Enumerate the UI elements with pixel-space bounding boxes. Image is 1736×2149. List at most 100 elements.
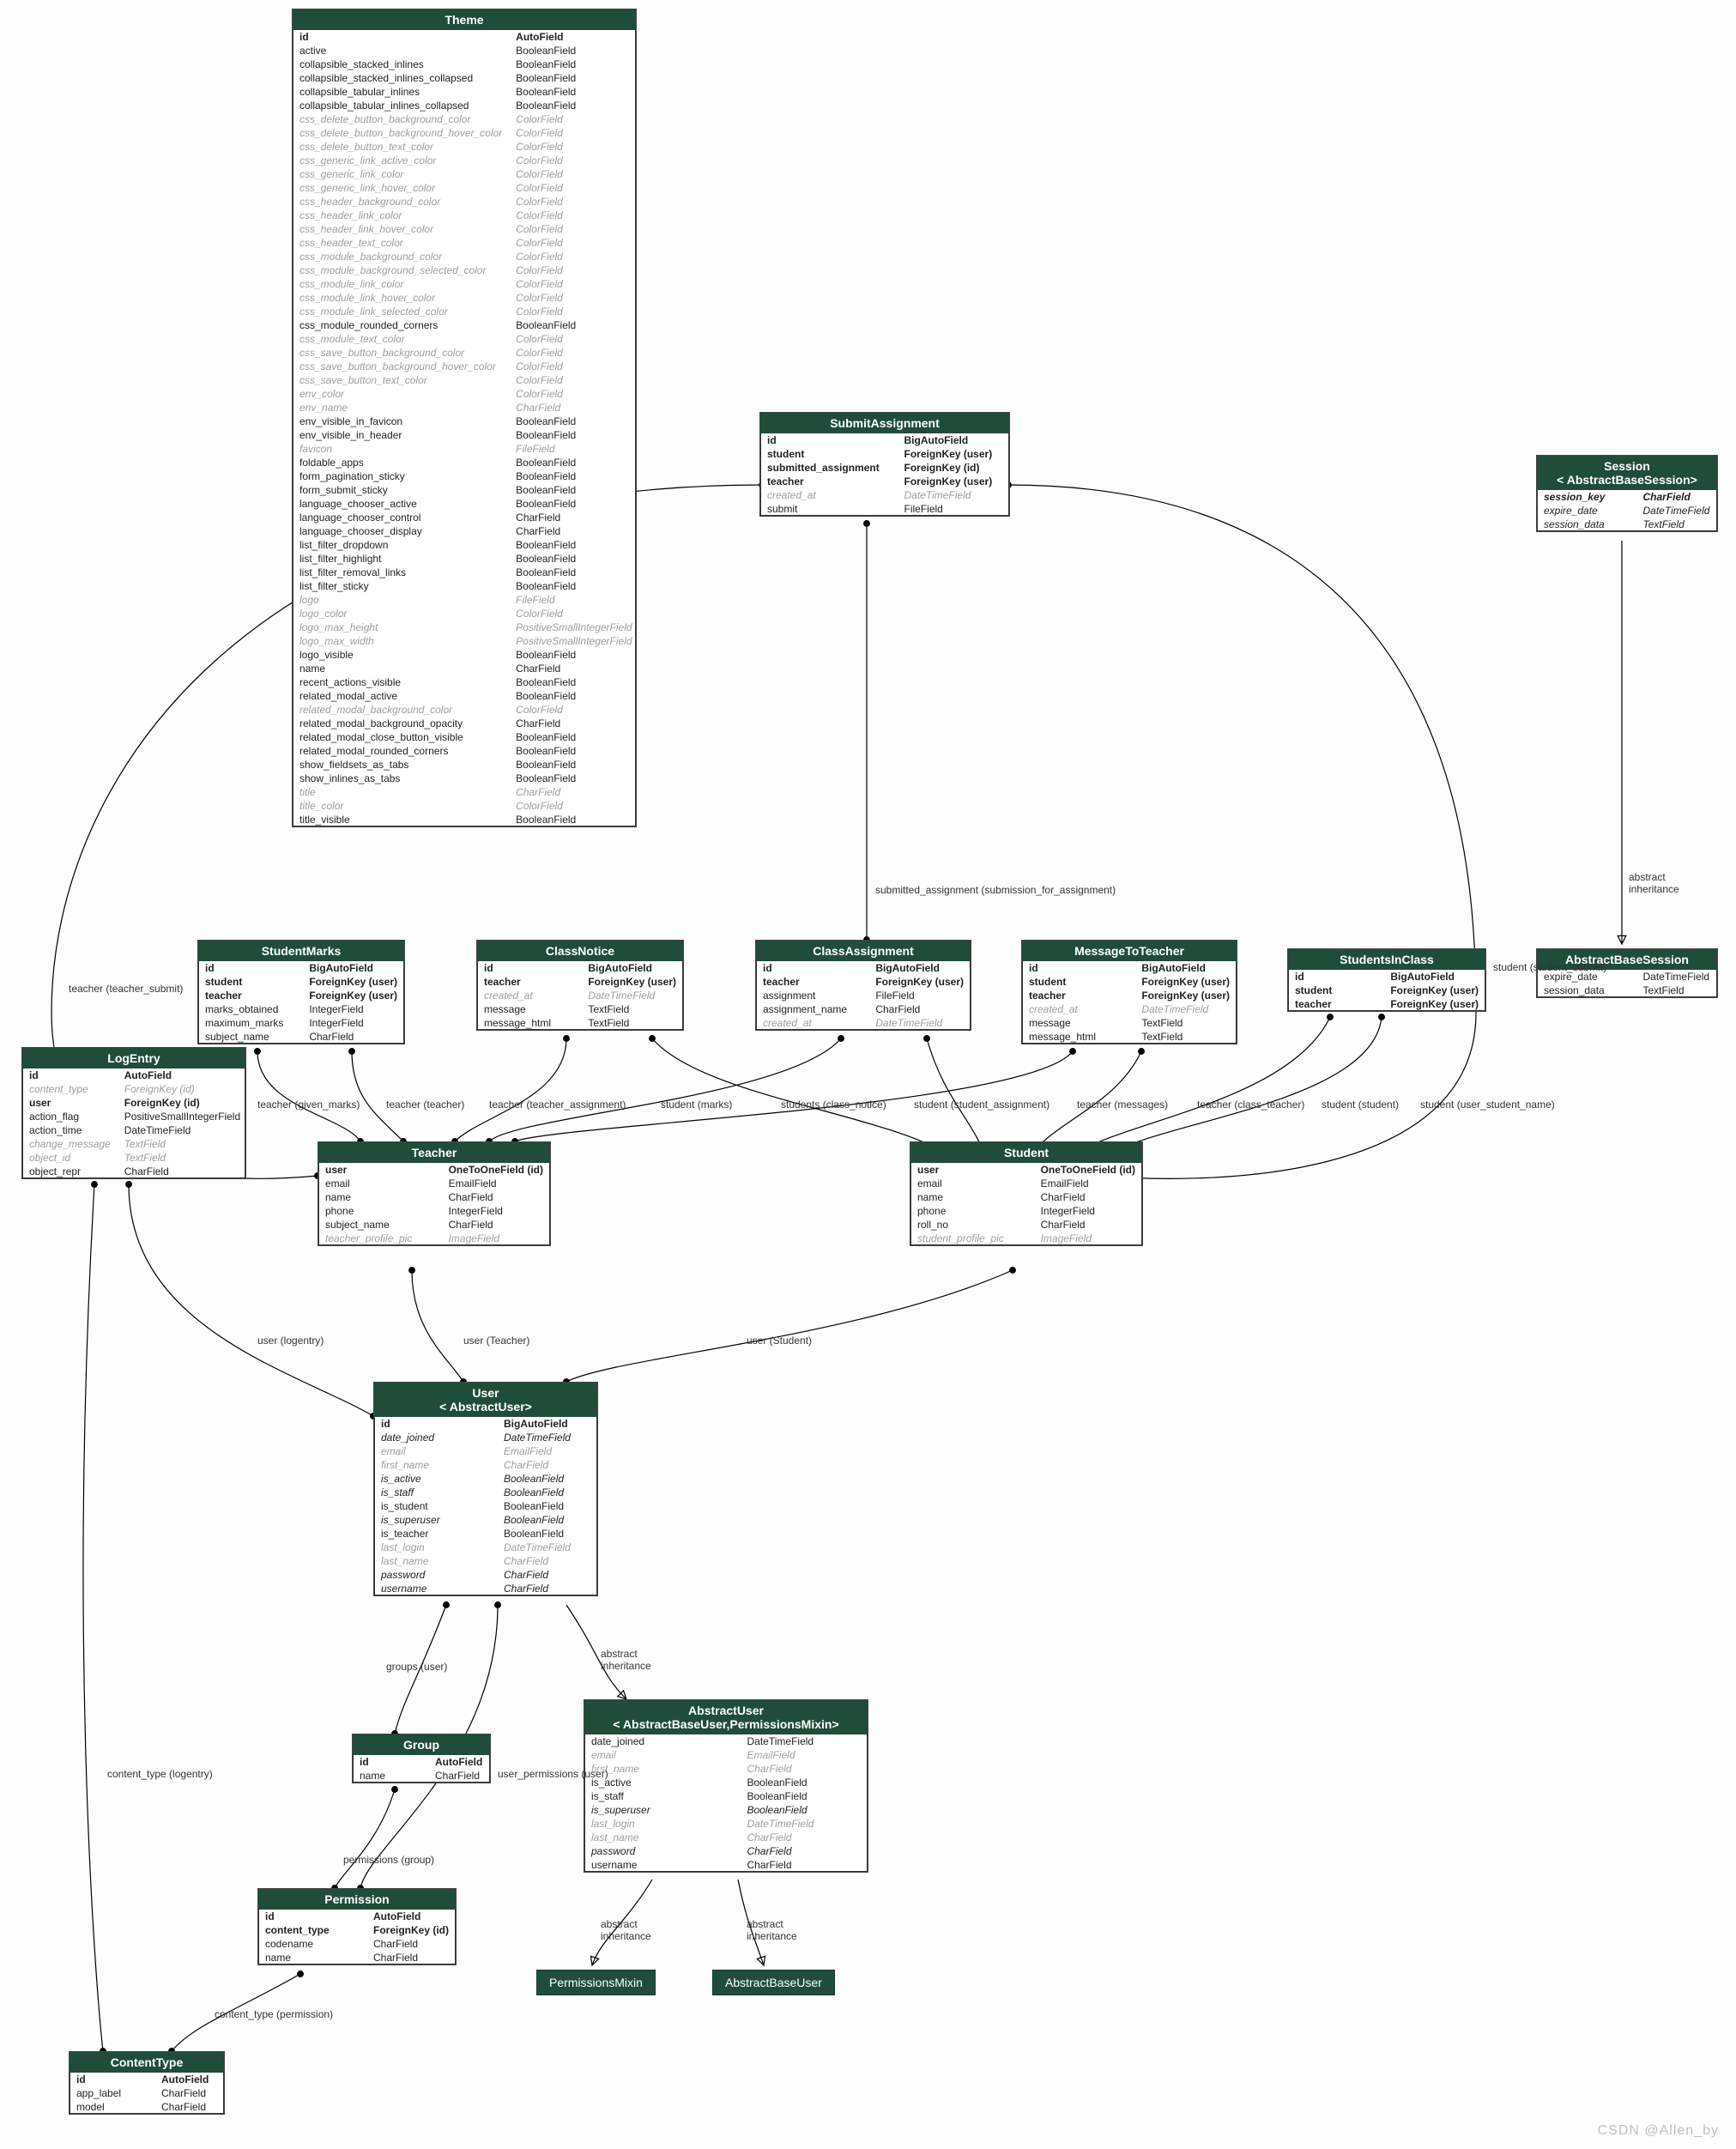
entity-fields: idBigAutoFielddate_joinedDateTimeFieldem… xyxy=(374,1417,597,1595)
field-row: css_module_background_selected_colorColo… xyxy=(293,263,639,277)
field-row: teacherForeignKey (user) xyxy=(198,989,404,1002)
field-row: message_htmlTextField xyxy=(477,1016,683,1030)
field-row: env_visible_in_faviconBooleanField xyxy=(293,415,639,428)
field-row: is_activeBooleanField xyxy=(374,1472,597,1486)
entity-student: StudentuserOneToOneField (id)emailEmailF… xyxy=(910,1141,1143,1246)
entity-abstract-base-session-box: AbstractBaseSessionexpire_dateDateTimeFi… xyxy=(1536,948,1718,998)
field-row: teacher_profile_picImageField xyxy=(318,1232,550,1245)
label-students-class-notice: students (class_notice) xyxy=(781,1099,886,1111)
entity-title: LogEntry xyxy=(22,1048,245,1068)
field-row: assignmentFileField xyxy=(756,989,971,1002)
entity-abstract-user: AbstractUser < AbstractBaseUser,Permissi… xyxy=(584,1699,868,1873)
field-row: teacherForeignKey (user) xyxy=(756,975,971,989)
field-row: teacherForeignKey (user) xyxy=(760,475,1009,488)
label-teacher-given-marks: teacher (given_marks) xyxy=(257,1099,360,1111)
entity-title: Permission xyxy=(258,1889,456,1910)
field-row: css_delete_button_background_hover_color… xyxy=(293,126,639,140)
entity-title: ClassAssignment xyxy=(756,941,971,961)
field-row: emailEmailField xyxy=(910,1177,1142,1190)
label-teacher-teacher-assignment: teacher (teacher_assignment) xyxy=(489,1099,626,1111)
field-row: modelCharField xyxy=(70,2100,224,2114)
field-row: nameCharField xyxy=(910,1190,1142,1204)
field-row: css_header_text_colorColorField xyxy=(293,236,639,250)
field-row: teacherForeignKey (user) xyxy=(477,975,683,989)
field-row: idBigAutoField xyxy=(198,961,404,975)
entity-content-type: ContentTypeidAutoFieldapp_labelCharField… xyxy=(69,2051,225,2115)
entity-message-to-teacher: MessageToTeacheridBigAutoFieldstudentFor… xyxy=(1021,940,1237,1044)
field-row: userOneToOneField (id) xyxy=(318,1163,550,1177)
entity-user: User < AbstractUser>idBigAutoFielddate_j… xyxy=(373,1382,598,1596)
entity-session: Session < AbstractBaseSession>session_ke… xyxy=(1536,455,1718,532)
entity-fields: userOneToOneField (id)emailEmailFieldnam… xyxy=(910,1163,1142,1245)
entity-fields: idBigAutoFieldstudentForeignKey (user)te… xyxy=(1288,970,1485,1011)
field-row: css_header_link_hover_colorColorField xyxy=(293,222,639,236)
field-row: messageTextField xyxy=(477,1002,683,1016)
field-row: last_loginDateTimeField xyxy=(584,1817,868,1831)
field-row: action_timeDateTimeField xyxy=(22,1123,247,1137)
entity-title: Group xyxy=(353,1734,490,1755)
entity-title: StudentsInClass xyxy=(1288,949,1485,970)
entity-teacher: TeacheruserOneToOneField (id)emailEmailF… xyxy=(318,1141,551,1246)
field-row: nameCharField xyxy=(353,1769,490,1783)
field-row: css_save_button_background_hover_colorCo… xyxy=(293,360,639,373)
entity-submit-assignment: SubmitAssignmentidBigAutoFieldstudentFor… xyxy=(759,412,1010,517)
field-row: teacherForeignKey (user) xyxy=(1288,997,1485,1011)
field-row: css_delete_button_text_colorColorField xyxy=(293,140,639,154)
field-row: submitted_assignmentForeignKey (id) xyxy=(760,461,1009,475)
entity-student-marks: StudentMarksidBigAutoFieldstudentForeign… xyxy=(197,940,405,1044)
box-abstract-base-user: AbstractBaseUser xyxy=(712,1970,835,1995)
field-row: related_modal_rounded_cornersBooleanFiel… xyxy=(293,744,639,758)
field-row: css_header_link_colorColorField xyxy=(293,209,639,222)
entity-fields: idAutoFieldcontent_typeForeignKey (id)co… xyxy=(258,1910,456,1964)
field-row: css_module_text_colorColorField xyxy=(293,332,639,346)
field-row: logoFileField xyxy=(293,593,639,607)
field-row: is_teacherBooleanField xyxy=(374,1527,597,1541)
label-student-submit: student (student_submit) xyxy=(1493,961,1606,973)
field-row: collapsible_stacked_inlines_collapsedBoo… xyxy=(293,71,639,85)
label-abstract-inh-pm: abstract inheritance xyxy=(601,1918,651,1942)
field-row: css_header_background_colorColorField xyxy=(293,195,639,209)
field-row: marks_obtainedIntegerField xyxy=(198,1002,404,1016)
field-row: related_modal_activeBooleanField xyxy=(293,689,639,703)
field-row: expire_dateDateTimeField xyxy=(1537,504,1717,518)
entity-title: ContentType xyxy=(70,2052,224,2073)
field-row: content_typeForeignKey (id) xyxy=(258,1923,456,1937)
field-row: logo_max_heightPositiveSmallIntegerField xyxy=(293,620,639,634)
field-row: emailEmailField xyxy=(374,1444,597,1458)
entity-fields: idAutoFieldapp_labelCharFieldmodelCharFi… xyxy=(70,2073,224,2114)
field-row: last_nameCharField xyxy=(584,1831,868,1844)
field-row: nameCharField xyxy=(318,1190,550,1204)
field-row: studentForeignKey (user) xyxy=(760,447,1009,461)
field-row: messageTextField xyxy=(1022,1016,1237,1030)
field-row: codenameCharField xyxy=(258,1937,456,1951)
field-row: collapsible_tabular_inlines_collapsedBoo… xyxy=(293,99,639,112)
label-groups-user: groups (user) xyxy=(386,1661,447,1673)
field-row: css_save_button_background_colorColorFie… xyxy=(293,346,639,360)
field-row: list_filter_stickyBooleanField xyxy=(293,579,639,593)
field-row: css_module_link_selected_colorColorField xyxy=(293,305,639,318)
field-row: student_profile_picImageField xyxy=(910,1232,1142,1245)
label-user-permissions-user: user_permissions (user) xyxy=(498,1768,608,1780)
field-row: created_atDateTimeField xyxy=(756,1016,971,1030)
entity-permission: PermissionidAutoFieldcontent_typeForeign… xyxy=(257,1888,457,1965)
field-row: list_filter_highlightBooleanField xyxy=(293,552,639,566)
field-row: env_colorColorField xyxy=(293,387,639,401)
field-row: language_chooser_displayCharField xyxy=(293,524,639,538)
label-submitted-assignment: submitted_assignment (submission_for_ass… xyxy=(875,884,1116,896)
field-row: recent_actions_visibleBooleanField xyxy=(293,675,639,689)
field-row: studentForeignKey (user) xyxy=(1022,975,1237,989)
field-row: subject_nameCharField xyxy=(318,1218,550,1232)
entity-log-entry: LogEntryidAutoFieldcontent_typeForeignKe… xyxy=(21,1047,246,1179)
entity-fields: date_joinedDateTimeFieldemailEmailFieldf… xyxy=(584,1734,868,1872)
field-row: phoneIntegerField xyxy=(910,1204,1142,1218)
field-row: idBigAutoField xyxy=(756,961,971,975)
field-row: related_modal_background_colorColorField xyxy=(293,703,639,717)
field-row: teacherForeignKey (user) xyxy=(1022,989,1237,1002)
field-row: roll_noCharField xyxy=(910,1218,1142,1232)
field-row: emailEmailField xyxy=(318,1177,550,1190)
entity-title: SubmitAssignment xyxy=(760,413,1009,433)
entity-fields: session_keyCharFieldexpire_dateDateTimeF… xyxy=(1537,490,1717,531)
field-row: phoneIntegerField xyxy=(318,1204,550,1218)
field-row: action_flagPositiveSmallIntegerField xyxy=(22,1110,247,1123)
label-abstract-inh-abu: abstract inheritance xyxy=(747,1918,797,1942)
